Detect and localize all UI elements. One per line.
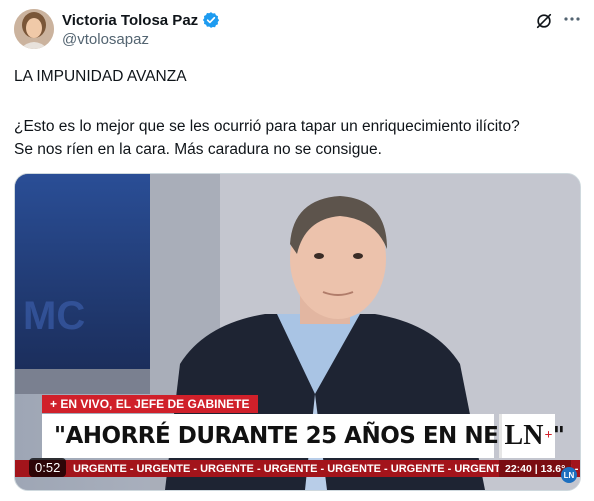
video-player[interactable]: MC + EN VIVO, EL JEFE DE GABINETE "AHORR…: [14, 173, 581, 491]
ticker-text: URGENTE - URGENTE - URGENTE - URGENTE - …: [73, 462, 580, 475]
news-ticker: URGENTE - URGENTE - URGENTE - URGENTE - …: [15, 460, 580, 477]
video-timestamp: 0:52: [29, 458, 67, 477]
verified-badge-icon: [203, 12, 220, 28]
grok-icon[interactable]: [535, 12, 553, 30]
author-name-row: Victoria Tolosa Paz: [62, 11, 220, 29]
channel-logo-text: LN: [504, 420, 544, 451]
live-banner: + EN VIVO, EL JEFE DE GABINETE: [42, 395, 258, 413]
svg-text:MC: MC: [23, 294, 85, 338]
more-options-icon[interactable]: [562, 9, 582, 29]
news-headline: "AHORRÉ DURANTE 25 AÑOS EN NEGRO": [42, 414, 565, 458]
tweet-text-line: Se nos ríen en la cara. Más caradura no …: [14, 141, 382, 158]
tweet-text-line: LA IMPUNIDAD AVANZA: [14, 68, 187, 85]
profile-photo: [14, 9, 54, 49]
channel-logo: LN +: [499, 414, 555, 458]
channel-corner-logo: LN: [561, 467, 577, 483]
channel-logo-plus: +: [544, 428, 553, 443]
avatar[interactable]: [14, 9, 54, 49]
author-handle[interactable]: @vtolosapaz: [62, 31, 149, 48]
author-display-name[interactable]: Victoria Tolosa Paz: [62, 12, 198, 29]
tweet-text-line: ¿Esto es lo mejor que se les ocurrió par…: [14, 118, 520, 135]
